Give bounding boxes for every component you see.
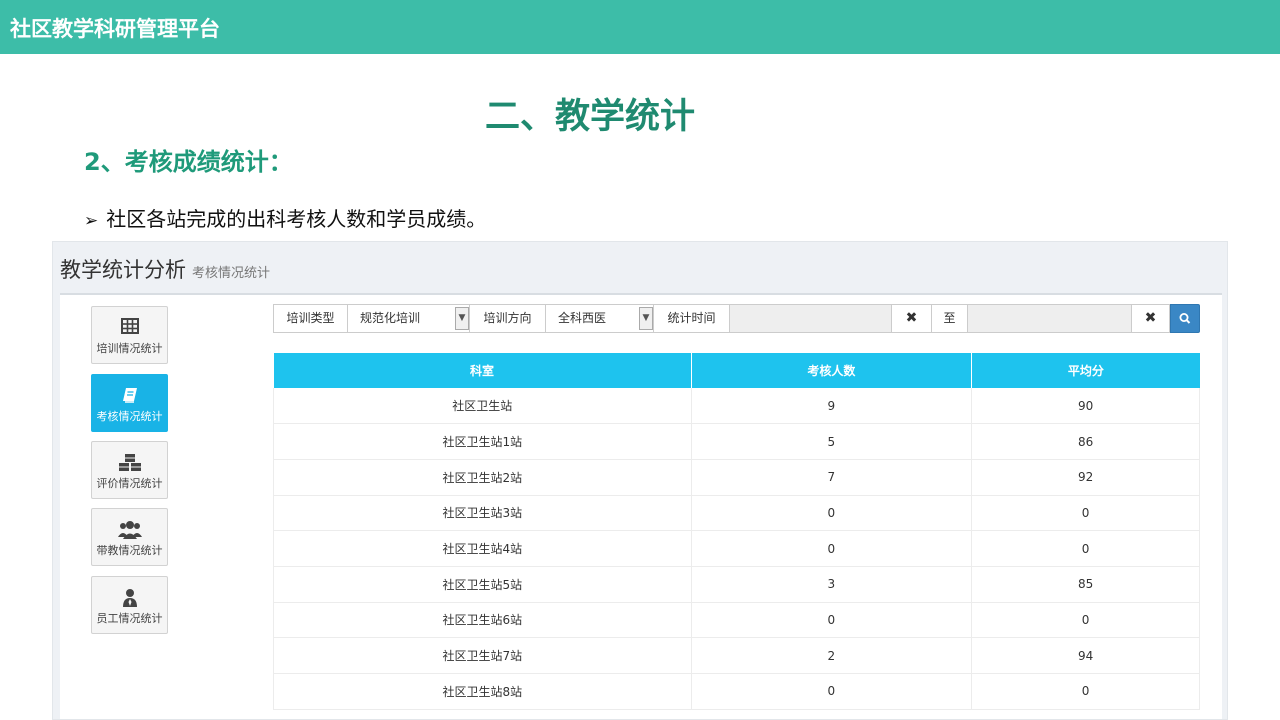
start-date-input[interactable] [730,305,892,332]
cell-exam-count: 0 [691,673,973,710]
cell-dept: 社区卫生站 [273,388,692,425]
clear-start-icon[interactable]: ✖ [892,305,932,332]
table-row: 社区卫生站2站 7 92 [273,459,1200,496]
table-row: 社区卫生站3站 0 0 [273,495,1200,532]
train-type-label: 培训类型 [274,305,348,332]
cell-dept: 社区卫生站4站 [273,530,692,567]
slide-heading: 二、教学统计 [484,97,695,137]
cell-exam-count: 3 [691,566,973,603]
col-header-dept[interactable]: 科室 [273,353,692,388]
table-row: 社区卫生站1站 5 86 [273,423,1200,460]
nav-training-stats-label: 培训情况统计 [96,342,163,355]
cell-dept: 社区卫生站5站 [273,566,692,603]
cell-exam-count: 0 [691,495,973,532]
nav-teaching-stats[interactable]: 带教情况统计 [91,508,168,566]
bullet-arrow-icon: ➢ [84,211,99,231]
cell-dept: 社区卫生站7站 [273,637,692,674]
slide-subheading: 2、考核成绩统计： [84,148,293,176]
end-date-input[interactable] [968,305,1132,332]
cell-exam-count: 7 [691,459,973,496]
cell-avg-score: 0 [971,673,1200,710]
cell-exam-count: 9 [691,388,973,425]
cell-avg-score: 0 [971,530,1200,567]
cell-exam-count: 0 [691,602,973,639]
search-button[interactable] [1170,304,1200,333]
slide-bullet: ➢ 社区各站完成的出科考核人数和学员成绩。 [84,203,486,232]
cell-exam-count: 2 [691,637,973,674]
table-row: 社区卫生站 9 90 [273,388,1200,425]
content-panel: 培训情况统计 考核情况统计 评价情况统计 带教情况统计 员工情况统计 培训类型 … [60,293,1222,719]
nav-exam-stats-label: 考核情况统计 [96,410,163,423]
to-label: 至 [932,305,968,332]
bullet-text: 社区各站完成的出科考核人数和学员成绩。 [106,207,487,231]
clear-end-icon[interactable]: ✖ [1132,305,1169,332]
nav-evaluation-stats-label: 评价情况统计 [96,477,163,490]
top-banner: 社区教学科研管理平台 [0,0,1280,54]
cell-exam-count: 5 [691,423,973,460]
table-row: 社区卫生站8站 0 0 [273,673,1200,710]
train-type-select[interactable]: 规范化培训 ▼ [348,305,470,332]
cell-avg-score: 0 [971,495,1200,532]
page-subtitle: 考核情况统计 [192,266,271,281]
nav-training-stats[interactable]: 培训情况统计 [91,306,168,364]
direction-select[interactable]: 全科西医 ▼ [546,305,654,332]
table-row: 社区卫生站7站 2 94 [273,637,1200,674]
filter-bar: 培训类型 规范化培训 ▼ 培训方向 全科西医 ▼ 统计时间 ✖ 至 ✖ [273,304,1170,333]
table-row: 社区卫生站4站 0 0 [273,530,1200,567]
cell-avg-score: 85 [971,566,1200,603]
search-icon [1179,312,1191,324]
chevron-down-icon: ▼ [639,307,653,330]
col-header-avg-score[interactable]: 平均分 [971,353,1200,388]
col-header-exam-count[interactable]: 考核人数 [691,353,973,388]
table-row: 社区卫生站6站 0 0 [273,602,1200,639]
time-label: 统计时间 [654,305,730,332]
book-icon [92,386,167,406]
nav-evaluation-stats[interactable]: 评价情况统计 [91,441,168,499]
table-row: 社区卫生站5站 3 85 [273,566,1200,603]
cell-avg-score: 0 [971,602,1200,639]
stats-table: 科室 考核人数 平均分 社区卫生站 9 90 社区卫生站1站 5 86 社区卫生站2站 7… [273,353,1200,710]
cell-dept: 社区卫生站8站 [273,673,692,710]
cell-avg-score: 94 [971,637,1200,674]
cell-dept: 社区卫生站3站 [273,495,692,532]
train-type-value: 规范化培训 [360,311,421,325]
users-icon [92,520,167,540]
cell-avg-score: 92 [971,459,1200,496]
page-title: 教学统计分析 [60,258,186,282]
chevron-down-icon: ▼ [455,307,469,330]
cell-dept: 社区卫生站6站 [273,602,692,639]
table-header-row: 科室 考核人数 平均分 [273,353,1200,388]
app-window: 教学统计分析 考核情况统计 培训情况统计 考核情况统计 评价情况统计 带教情况统… [52,241,1228,720]
cubes-icon [92,453,167,473]
page-header: 教学统计分析 考核情况统计 [60,254,270,284]
table-icon [92,318,167,338]
cell-dept: 社区卫生站1站 [273,423,692,460]
direction-value: 全科西医 [558,311,607,325]
cell-avg-score: 86 [971,423,1200,460]
nav-staff-stats-label: 员工情况统计 [96,612,163,625]
nav-teaching-stats-label: 带教情况统计 [96,544,163,557]
cell-avg-score: 90 [971,388,1200,425]
cell-dept: 社区卫生站2站 [273,459,692,496]
direction-label: 培训方向 [470,305,546,332]
cell-exam-count: 0 [691,530,973,567]
platform-title: 社区教学科研管理平台 [10,17,220,41]
nav-staff-stats[interactable]: 员工情况统计 [91,576,168,634]
user-tie-icon [92,588,167,608]
nav-exam-stats[interactable]: 考核情况统计 [91,374,168,432]
